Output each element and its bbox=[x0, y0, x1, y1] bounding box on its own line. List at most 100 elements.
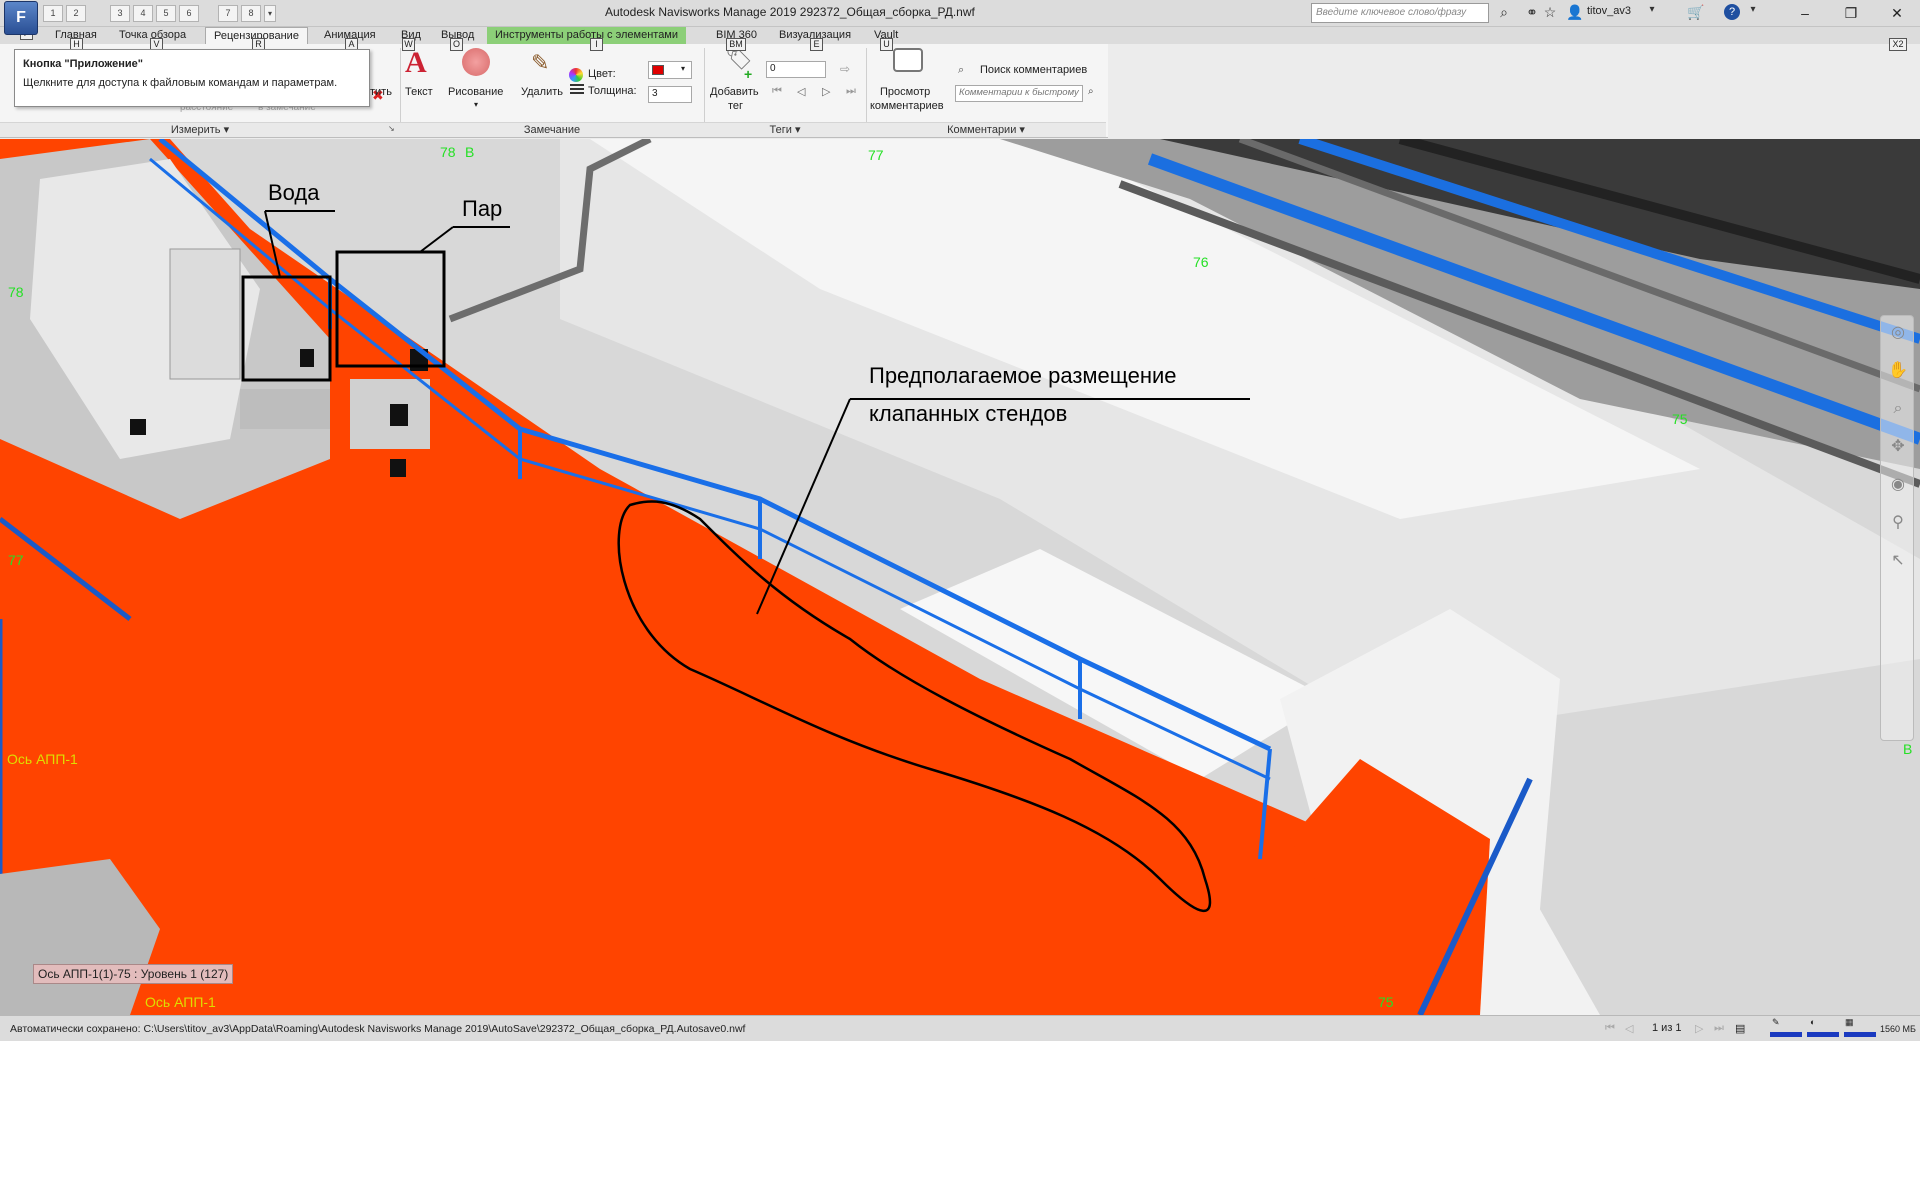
pan-icon[interactable]: ✋ bbox=[1887, 360, 1909, 382]
valve-actuator bbox=[130, 419, 146, 435]
qat-print-button[interactable]: 4 bbox=[133, 5, 153, 22]
navigation-bar[interactable]: ◎ ✋ ⌕ ✥ ◉ ⚲ ↖ bbox=[1880, 315, 1914, 741]
color-picker[interactable]: ▾ bbox=[648, 61, 692, 79]
chevron-down-icon[interactable]: ▾ bbox=[1643, 4, 1661, 15]
color-label: Цвет: bbox=[588, 68, 616, 80]
go-to-tag-icon[interactable]: ⇨ bbox=[840, 62, 850, 76]
title-bar: 1 2 3 4 5 6 7 8 ▾ Autodesk Navisworks Ma… bbox=[0, 0, 1920, 27]
search-input[interactable]: Введите ключевое слово/фразу bbox=[1311, 3, 1489, 23]
plus-icon: + bbox=[744, 66, 753, 82]
first-tag-icon[interactable]: ⏮ bbox=[772, 85, 782, 98]
placement-markup-label-line2: клапанных стендов bbox=[869, 401, 1068, 426]
select-icon[interactable]: ↖ bbox=[1887, 550, 1909, 572]
tooltip-body: Щелкните для доступа к файловым командам… bbox=[23, 77, 338, 89]
qat-dropdown-icon[interactable]: ▾ bbox=[264, 5, 276, 22]
level-label: 77 bbox=[868, 147, 884, 163]
close-icon[interactable]: ✕ bbox=[1874, 0, 1920, 26]
user-icon[interactable]: 👤 bbox=[1566, 4, 1584, 21]
tank bbox=[169, 248, 241, 380]
cart-icon[interactable]: 🛒 bbox=[1687, 4, 1705, 21]
view-comments-button-line2[interactable]: комментариев bbox=[870, 100, 944, 112]
last-tag-icon[interactable]: ⏭ bbox=[846, 85, 856, 98]
chevron-down-icon: ▾ bbox=[681, 64, 686, 73]
disk-icon: ◐ bbox=[1810, 1017, 1816, 1027]
level-label: 76 bbox=[1193, 254, 1209, 270]
user-name[interactable]: titov_av3 bbox=[1587, 5, 1631, 17]
thickness-label: Толщина: bbox=[588, 85, 637, 97]
tag-id-input[interactable]: 0 bbox=[766, 61, 826, 78]
qat-select-button[interactable]: 7 bbox=[218, 5, 238, 22]
prev-sheet-icon[interactable]: ◁ bbox=[1625, 1022, 1633, 1035]
text-redline-icon[interactable]: A bbox=[405, 46, 427, 80]
last-sheet-icon[interactable]: ⏭ bbox=[1714, 1022, 1724, 1035]
quick-find-comments-input[interactable]: Комментарии к быстрому bbox=[955, 85, 1083, 102]
star-icon[interactable]: ☆ bbox=[1541, 4, 1559, 21]
comments-panel-label[interactable]: Комментарии ▾ bbox=[866, 122, 1106, 137]
3d-viewport[interactable]: Вода Пар Предполагаемое размещение клапа… bbox=[0, 139, 1920, 1015]
help-dropdown-icon[interactable]: ▾ bbox=[1744, 4, 1762, 15]
thickness-icon bbox=[570, 84, 584, 96]
keytip-output: O bbox=[450, 38, 463, 51]
draw-icon[interactable] bbox=[462, 48, 490, 76]
search-icon[interactable]: ⌕ bbox=[1495, 4, 1513, 21]
steering-wheel-icon[interactable]: ◎ bbox=[1887, 322, 1909, 344]
qat-redo-button[interactable]: 6 bbox=[179, 5, 199, 22]
memory-usage: 1560 МБ bbox=[1880, 1024, 1916, 1034]
scene bbox=[0, 139, 1920, 1015]
look-icon[interactable]: ◉ bbox=[1887, 474, 1909, 496]
clear-label[interactable]: тить bbox=[370, 86, 392, 98]
walk-icon[interactable]: ⚲ bbox=[1887, 512, 1909, 534]
sheet-browser-icon[interactable]: ▤ bbox=[1735, 1022, 1745, 1035]
help-icon[interactable]: ? bbox=[1724, 4, 1740, 20]
orbit-icon[interactable]: ✥ bbox=[1887, 436, 1909, 458]
qat-new-button[interactable]: 1 bbox=[43, 5, 63, 22]
thickness-stepper[interactable]: 3 bbox=[648, 86, 692, 103]
zoom-icon[interactable]: ⌕ bbox=[1887, 398, 1909, 420]
level-label: В bbox=[465, 144, 475, 160]
draw-dropdown-icon[interactable]: ▾ bbox=[474, 100, 478, 109]
placement-markup-label: Предполагаемое размещение bbox=[869, 363, 1177, 388]
qat-refresh-button[interactable]: 8 bbox=[241, 5, 261, 22]
find-comments-button[interactable]: Поиск комментариев bbox=[980, 64, 1087, 76]
restore-icon[interactable]: ❐ bbox=[1828, 0, 1874, 26]
redline-panel-label[interactable]: Замечание bbox=[400, 122, 704, 137]
tags-panel-title: Теги bbox=[769, 124, 792, 136]
level-label: 78 bbox=[440, 144, 456, 160]
comment-icon[interactable] bbox=[893, 48, 923, 72]
measure-panel-title: Измерить bbox=[170, 124, 221, 136]
erase-button[interactable]: Удалить bbox=[521, 86, 563, 98]
view-comments-button[interactable]: Просмотр bbox=[880, 86, 930, 98]
first-sheet-icon[interactable]: ⏮ bbox=[1605, 1022, 1615, 1035]
add-tag-button[interactable]: Добавить bbox=[710, 86, 759, 98]
valve-actuator bbox=[390, 459, 406, 477]
quick-find-icon[interactable]: ⌕ bbox=[1088, 86, 1094, 97]
next-sheet-icon[interactable]: ▷ bbox=[1695, 1022, 1703, 1035]
prev-tag-icon[interactable]: ◁ bbox=[797, 85, 805, 98]
eraser-icon[interactable]: ✎ bbox=[531, 50, 549, 76]
keytip-item-tools: I bbox=[590, 38, 603, 51]
tooltip-title: Кнопка "Приложение" bbox=[23, 58, 143, 70]
find-comments-icon[interactable]: ⌕ bbox=[958, 64, 964, 77]
panel-launcher-icon[interactable]: ↘ bbox=[388, 124, 395, 133]
level-label: 78 bbox=[8, 284, 24, 300]
level-label: В bbox=[1903, 741, 1913, 757]
measure-panel-label[interactable]: Измерить ▾ bbox=[0, 122, 400, 137]
valve-group bbox=[240, 389, 330, 429]
minimize-icon[interactable]: – bbox=[1782, 0, 1828, 26]
binoculars-icon[interactable]: ⚭ bbox=[1523, 4, 1541, 21]
application-button[interactable]: F bbox=[4, 1, 38, 35]
draw-button[interactable]: Рисование bbox=[448, 86, 503, 98]
qat-open-button[interactable]: 2 bbox=[66, 5, 86, 22]
tab-item-tools[interactable]: Инструменты работы с элементами bbox=[487, 27, 687, 44]
pencil-icon: ✎ bbox=[1772, 1017, 1780, 1027]
add-tag-button-line2[interactable]: тег bbox=[728, 100, 743, 112]
qat-save-button[interactable]: 3 bbox=[110, 5, 130, 22]
progress-bar bbox=[1807, 1032, 1839, 1037]
qat-undo-button[interactable]: 5 bbox=[156, 5, 176, 22]
tags-panel-label[interactable]: Теги ▾ bbox=[704, 122, 866, 137]
text-redline-button[interactable]: Текст bbox=[405, 86, 433, 98]
valve-actuator bbox=[390, 404, 408, 426]
keytip-bim360: BM bbox=[726, 38, 746, 51]
next-tag-icon[interactable]: ▷ bbox=[822, 85, 830, 98]
keytip-rendering: E bbox=[810, 38, 823, 51]
